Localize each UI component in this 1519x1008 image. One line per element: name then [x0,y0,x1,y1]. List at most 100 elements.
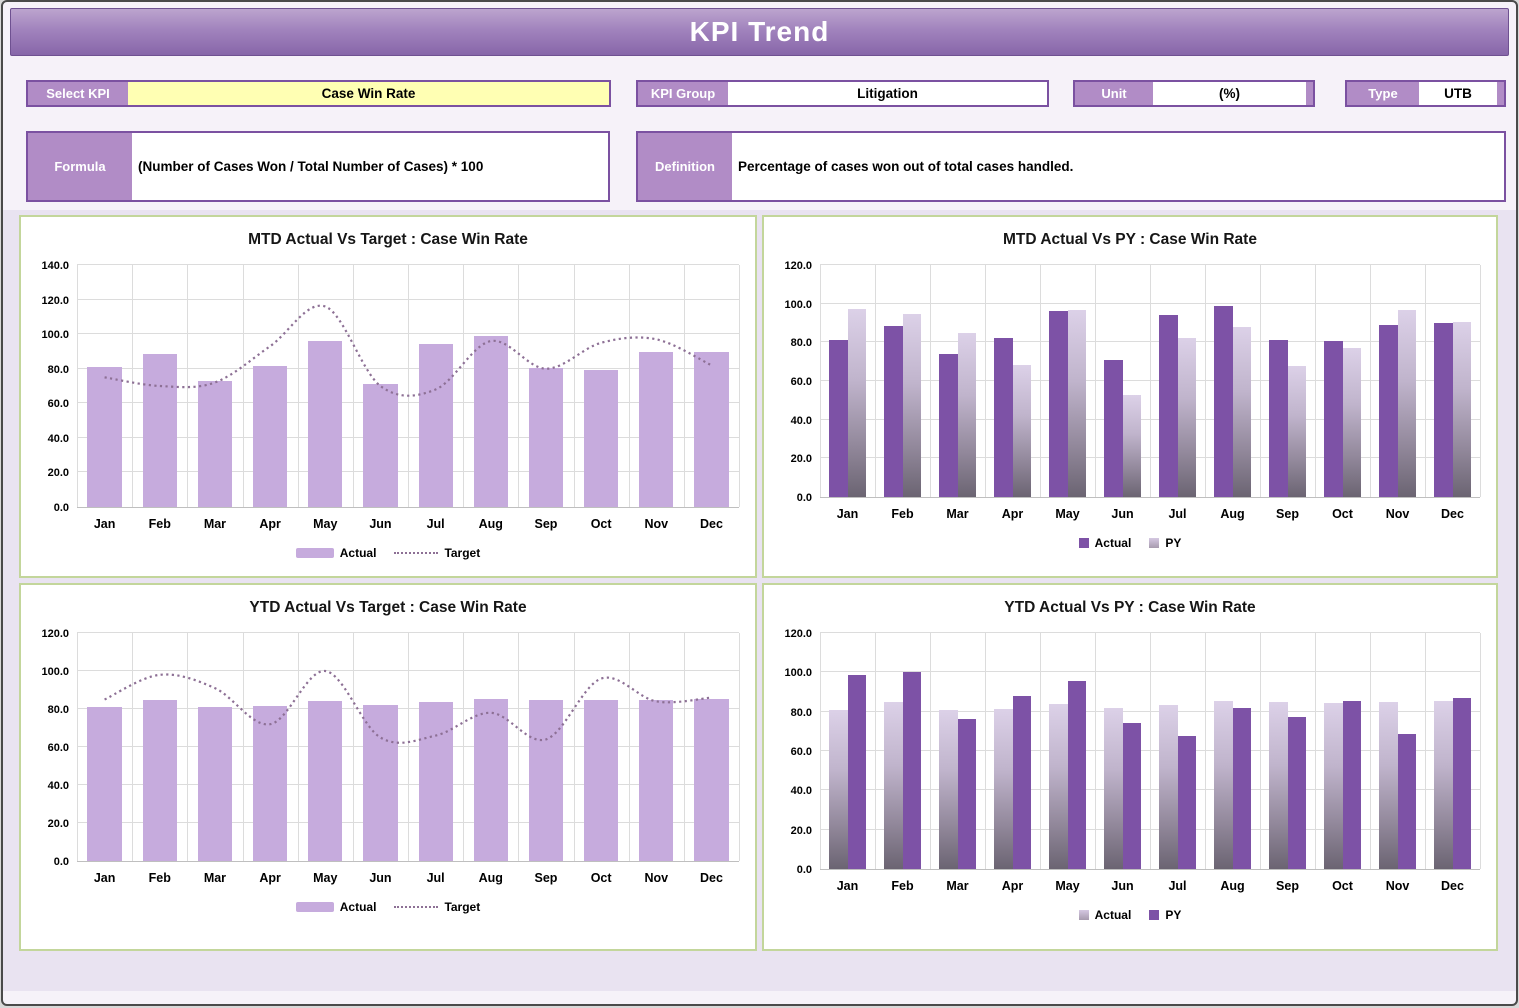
y-tick-label: 120.0 [784,628,812,640]
bar-actual-jun [363,705,398,861]
unit-label: Unit [1101,86,1127,101]
y-tick-label: 40.0 [47,432,69,445]
category-slot [1150,265,1205,497]
gridline-vertical [1480,265,1481,497]
chart-canvas: 0.0 20.0 40.0 60.0 80.0 100.0 120.0 [764,628,1496,876]
bar-actual-nov [639,352,674,507]
y-tick-label: 100.0 [784,667,812,680]
bar-py-may [1067,681,1087,869]
bar-actual-oct [1323,341,1343,497]
x-tick-label: May [1055,879,1080,893]
x-labels: Jan Feb Mar Apr May Jun Jul Aug Sep Oct Nov Dec [77,508,739,531]
bar-actual-aug [1213,700,1233,869]
x-tick-label: Feb [148,871,171,885]
legend-item-py: PY [1149,536,1181,550]
x-tick-label: Aug [1220,507,1245,521]
bar-actual-may [308,701,343,861]
y-axis: 0.0 20.0 40.0 60.0 80.0 100.0 120.0 [772,260,820,504]
legend-square-swatch [1149,910,1160,920]
bar-actual-jul [418,343,453,507]
x-labels: Jan Feb Mar Apr May Jun Jul Aug Sep Oct Nov Dec [77,862,739,885]
x-tick-label: Jul [1168,879,1187,893]
definition-field: Definition Percentage of cases won out o… [636,131,1506,202]
y-tick-label: 60.0 [47,398,69,411]
x-tick-label: May [313,517,338,531]
x-tick-label: Mar [203,871,227,885]
bar-py-jul [1177,337,1197,497]
y-tick-label: 100.0 [784,298,812,311]
legend-bar-swatch [295,548,334,558]
x-tick-label: May [1055,507,1080,521]
y-tick-label: 20.0 [790,824,812,837]
y-tick-label: 0.0 [796,492,812,504]
x-tick-label: Apr [259,517,281,531]
x-tick-label: Oct [1332,879,1353,893]
y-tick-label: 0.0 [53,856,69,868]
bar-actual-aug [473,335,508,507]
bar-py-aug [1232,707,1252,869]
legend-bar-swatch [295,902,334,912]
legend-label: Target [444,546,481,560]
bar-actual-aug [473,698,508,861]
bar-actual-mar [197,707,233,861]
chart-title: YTD Actual Vs Target : Case Win Rate [249,599,527,616]
bar-actual-feb [142,354,177,507]
gridline-vertical [739,633,740,861]
unit-value: (%) [1153,82,1306,105]
category-slot [132,265,187,507]
bar-actual-sep [1268,701,1288,869]
bar-py-mar [957,718,977,869]
legend-label: PY [1165,536,1182,550]
plot-area [820,632,1481,870]
bar-py-dec [1452,697,1472,869]
x-tick-label: Jun [369,871,392,885]
bar-actual-mar [938,353,958,497]
select-kpi-value[interactable]: Case Win Rate [128,82,609,105]
legend-label: Actual [339,900,377,914]
bar-actual-may [308,341,343,507]
y-tick-label: 120.0 [41,628,69,640]
chart-canvas: 0.0 20.0 40.0 60.0 80.0 100.0 120.0 140.0 [21,260,755,514]
bar-actual-jan [828,340,848,497]
category-slot [574,633,629,861]
x-tick-label: Jan [836,507,859,521]
category-slot [463,633,518,861]
category-slot [1315,265,1370,497]
category-slot [518,265,573,507]
x-tick-label: Apr [1001,507,1024,521]
category-slot [243,265,298,507]
x-tick-label: Dec [700,517,723,531]
bar-py-apr [1012,364,1032,497]
formula-field: Formula (Number of Cases Won / Total Num… [26,131,610,202]
bar-py-feb [902,672,922,869]
bar-actual-jun [363,384,398,507]
legend-item-target: Target [394,546,480,560]
x-tick-label: Mar [203,517,227,531]
bar-actual-jul [1158,315,1178,497]
x-axis: Jan Feb Mar Apr May Jun Jul Aug Sep Oct Nov Dec [764,870,1496,893]
bar-actual-apr [253,706,288,861]
bar-actual-nov [1378,324,1398,497]
x-tick-label: Jun [1111,879,1134,893]
category-slot [187,265,242,507]
category-slot [1095,633,1150,869]
chart-title: YTD Actual Vs PY : Case Win Rate [1004,599,1256,616]
category-slot [985,633,1040,869]
kpi-group-label: KPI Group [650,86,716,101]
bar-actual-apr [993,708,1013,869]
x-tick-label: Jul [426,871,445,885]
x-tick-label: Apr [259,871,281,885]
category-slot [930,633,985,869]
legend-item-actual: Actual [1078,536,1131,550]
bar-py-aug [1232,326,1252,497]
category-slot [298,633,353,861]
bar-py-oct [1342,700,1362,869]
chart-title: MTD Actual Vs PY : Case Win Rate [1003,231,1257,248]
bar-py-oct [1342,348,1362,497]
category-slot [1150,633,1205,869]
y-axis: 0.0 20.0 40.0 60.0 80.0 100.0 120.0 140.0 [29,260,77,514]
legend-label: Actual [339,546,377,560]
category-slot [243,633,298,861]
chart-legend: Actual Target [21,900,755,914]
page-title-banner: KPI Trend [10,8,1509,56]
